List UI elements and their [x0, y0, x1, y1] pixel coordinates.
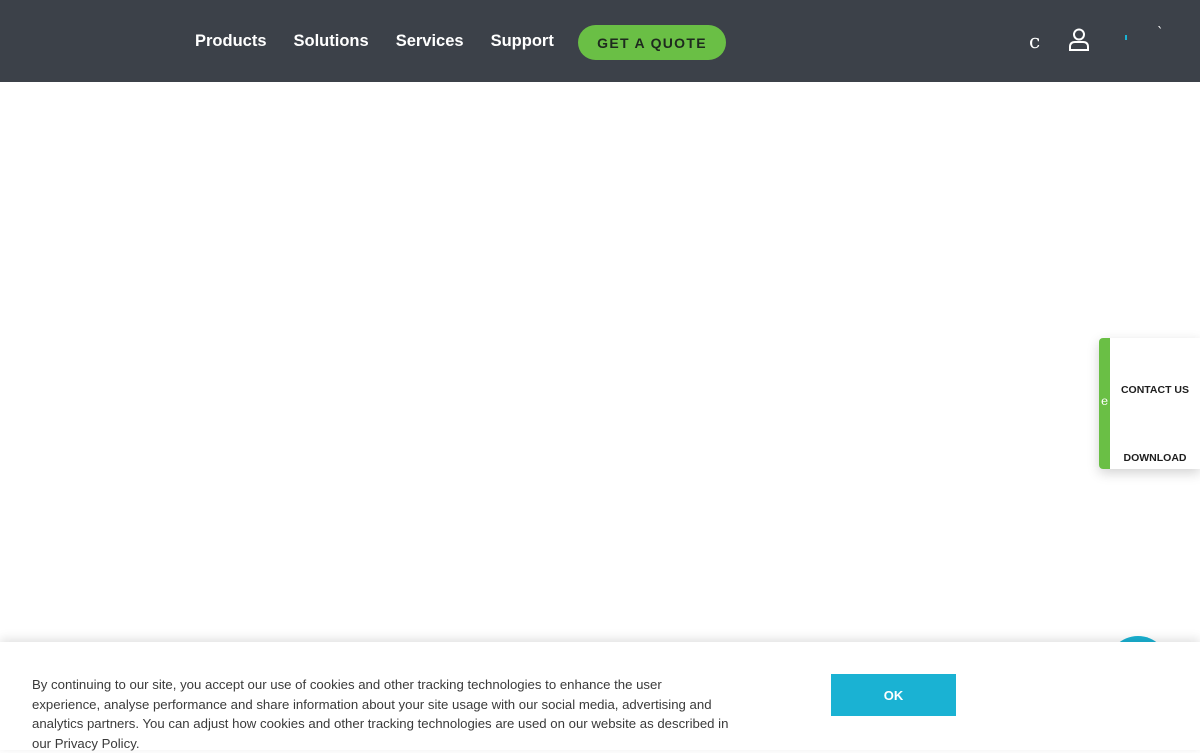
cookie-consent-text: By continuing to our site, you accept ou…	[32, 677, 729, 751]
top-navigation-bar: Products Solutions Services Support GET …	[0, 0, 1200, 82]
side-panel-toggle[interactable]: e	[1099, 338, 1110, 469]
nav-item-products[interactable]: Products	[195, 32, 267, 51]
cookie-consent-banner: By continuing to our site, you accept ou…	[0, 642, 1200, 751]
language-icon[interactable]	[1125, 35, 1127, 40]
get-a-quote-button[interactable]: GET A QUOTE	[578, 25, 726, 60]
nav-item-support[interactable]: Support	[491, 32, 554, 51]
side-panel-toggle-icon: e	[1101, 394, 1109, 408]
search-icon[interactable]: c	[1029, 28, 1040, 54]
floating-side-panel: e CONTACT US DOWNLOAD	[1099, 338, 1200, 469]
download-link[interactable]: DOWNLOAD	[1110, 452, 1200, 464]
nav-item-services[interactable]: Services	[396, 32, 464, 51]
cookie-ok-button[interactable]: OK	[831, 674, 956, 716]
user-account-icon[interactable]	[1068, 28, 1090, 52]
menu-icon[interactable]: `	[1157, 26, 1164, 41]
main-nav: Products Solutions Services Support	[195, 0, 581, 82]
contact-us-link[interactable]: CONTACT US	[1110, 384, 1200, 396]
nav-item-solutions[interactable]: Solutions	[294, 32, 369, 51]
